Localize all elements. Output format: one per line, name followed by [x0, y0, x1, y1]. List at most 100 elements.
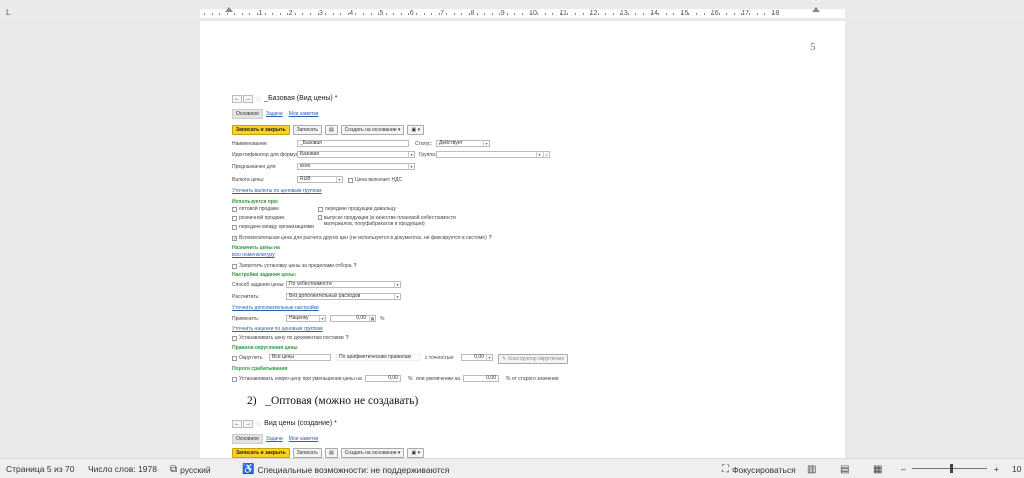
chevron-down-icon[interactable]: ▾: [336, 177, 342, 182]
retail-row[interactable]: розничной продаже: [232, 215, 285, 221]
page-counter[interactable]: Страница 5 из 70: [6, 464, 74, 474]
tab-notes[interactable]: Мои заметки: [286, 110, 322, 118]
all-nomenclature-link[interactable]: всю номенклатуру: [232, 252, 275, 258]
retail-checkbox[interactable]: [232, 215, 237, 221]
right-indent-marker[interactable]: [812, 7, 820, 12]
document-icon[interactable]: ▤: [324, 448, 338, 458]
document-page[interactable]: 5 ← → ☆ _Базовая (Вид цены) * Основное З…: [200, 21, 845, 458]
threshold-checkbox[interactable]: [232, 376, 237, 382]
transfer-consignor-label: передаче продукции давальцу: [325, 206, 396, 212]
chevron-down-icon[interactable]: ▾: [408, 164, 414, 169]
forward-arrow-icon[interactable]: →: [243, 419, 253, 428]
chevron-down-icon[interactable]: ▾: [319, 316, 325, 321]
currency-groups-link[interactable]: Уточнить валюты по ценовым группам: [232, 188, 322, 194]
extra-settings-link[interactable]: Уточнить дополнительные настройки: [232, 305, 319, 311]
auxiliary-row[interactable]: ✓ Вспомогательная цена для расчета други…: [232, 235, 492, 241]
round-row[interactable]: Округлять: [232, 355, 263, 361]
increase-input[interactable]: 0,00: [463, 375, 499, 382]
favorite-star-icon[interactable]: ☆: [255, 419, 262, 428]
name-input[interactable]: _Базовая: [297, 140, 409, 147]
document-icon[interactable]: ▤: [324, 125, 338, 135]
zoom-level[interactable]: 10: [1012, 464, 1021, 474]
create-based-on-button[interactable]: Создать на основании ▾: [340, 125, 405, 135]
zoom-in-button[interactable]: +: [994, 464, 999, 474]
save-and-close-button[interactable]: Записать и закрыть: [232, 125, 290, 135]
identifier-input[interactable]: Базовая ▾: [297, 151, 415, 158]
list-heading-wholesale[interactable]: 2) _Оптовая (можно не создавать): [247, 395, 418, 407]
precision-select[interactable]: 0,00 ▾: [461, 354, 493, 361]
round-checkbox[interactable]: [232, 355, 237, 361]
save-button[interactable]: Записать: [292, 448, 322, 458]
output-checkbox[interactable]: [318, 215, 322, 220]
chevron-down-icon[interactable]: ▾: [408, 152, 414, 157]
transfer-orgs-row[interactable]: передаче между организациями: [232, 224, 314, 230]
calculator-icon[interactable]: ▦: [369, 316, 375, 321]
back-arrow-icon[interactable]: ←: [232, 94, 242, 103]
chevron-down-icon[interactable]: ▾: [394, 282, 400, 287]
threshold-row[interactable]: Устанавливать новую цену при уменьшении …: [232, 376, 362, 382]
wholesale-checkbox[interactable]: [232, 206, 237, 212]
method-select[interactable]: По себестоимости ▾: [286, 281, 401, 288]
output-row[interactable]: выпуске продукции (в качестве плановой с…: [318, 215, 468, 227]
apply-select[interactable]: Наценку ▾: [286, 315, 326, 322]
decrease-input[interactable]: 0,00: [365, 375, 401, 382]
read-mode-icon[interactable]: ▥: [807, 464, 819, 475]
transfer-orgs-checkbox[interactable]: [232, 224, 237, 230]
zoom-slider-thumb[interactable]: [950, 464, 953, 473]
vat-checkbox[interactable]: [348, 177, 353, 183]
forward-arrow-icon[interactable]: →: [243, 94, 253, 103]
focus-button[interactable]: ⛶ Фокусироваться: [722, 464, 796, 475]
transfer-consignor-checkbox[interactable]: [318, 206, 323, 212]
forbid-row[interactable]: Запретить установку цены за пределами от…: [232, 263, 357, 269]
chevron-down-icon[interactable]: ▾: [394, 294, 400, 299]
back-arrow-icon[interactable]: ←: [232, 419, 242, 428]
tab-selector-icon[interactable]: L: [6, 9, 14, 17]
transfer-consignor-row[interactable]: передаче продукции давальцу: [318, 206, 396, 212]
print-layout-icon[interactable]: ▤: [840, 464, 852, 475]
wholesale-row[interactable]: оптовой продаже: [232, 206, 279, 212]
chevron-down-icon[interactable]: ▾: [486, 355, 492, 360]
chevron-down-icon[interactable]: ▾: [536, 152, 542, 157]
tab-tasks[interactable]: Задачи: [263, 435, 286, 443]
supply-docs-row[interactable]: Устанавливать цену по документам поставк…: [232, 335, 349, 341]
save-button[interactable]: Записать: [292, 125, 322, 135]
help-icon[interactable]: ?: [354, 263, 357, 269]
calculate-select[interactable]: Без дополнительных расходов ▾: [286, 293, 401, 300]
auxiliary-checkbox[interactable]: ✓: [232, 235, 237, 241]
currency-select[interactable]: RUB ▾: [297, 176, 343, 183]
accessibility-status[interactable]: ♿ Специальные возможности: не поддержива…: [242, 464, 449, 475]
search-icon[interactable]: ⌕: [543, 152, 549, 157]
language-indicator[interactable]: ⧉ русский: [170, 464, 211, 475]
tab-main[interactable]: Основное: [232, 109, 263, 119]
ruler-tick: [234, 13, 236, 15]
save-and-close-button[interactable]: Записать и закрыть: [232, 448, 290, 458]
precision-value: 0,00: [474, 354, 484, 360]
apply-amount-input[interactable]: 0,00 ▦: [330, 315, 376, 322]
help-icon[interactable]: ?: [346, 335, 349, 341]
help-icon[interactable]: ?: [489, 235, 492, 241]
more-actions-icon[interactable]: ▣ ▾: [407, 125, 425, 135]
supply-docs-checkbox[interactable]: [232, 335, 237, 341]
favorite-star-icon[interactable]: ☆: [255, 94, 262, 103]
left-indent-marker[interactable]: [225, 7, 233, 12]
word-count[interactable]: Число слов: 1978: [88, 464, 157, 474]
forbid-checkbox[interactable]: [232, 263, 237, 269]
tab-main[interactable]: Основное: [232, 434, 263, 444]
arith-rules-field[interactable]: По арифметическим правилам: [336, 354, 420, 361]
vat-checkbox-row[interactable]: Цена включает НДС: [348, 177, 402, 183]
tab-tasks[interactable]: Задачи: [263, 110, 286, 118]
zoom-out-button[interactable]: –: [901, 464, 906, 474]
rounding-constructor-button[interactable]: ✎ Конструктор округления: [498, 354, 568, 364]
markup-groups-link[interactable]: Уточнить наценки по ценовым группам: [232, 326, 323, 332]
ruler-number: 8: [470, 10, 475, 17]
tab-notes[interactable]: Мои заметки: [286, 435, 322, 443]
chevron-down-icon[interactable]: ▾: [483, 141, 489, 146]
web-layout-icon[interactable]: ▦: [873, 464, 885, 475]
more-actions-icon[interactable]: ▣ ▾: [407, 448, 425, 458]
status-select[interactable]: Действует ▾: [436, 140, 490, 147]
purpose-select[interactable]: всех ▾: [297, 163, 415, 170]
all-prices-field[interactable]: Все цены: [269, 354, 331, 361]
create-based-on-button[interactable]: Создать на основании ▾: [340, 448, 405, 458]
group-select[interactable]: ▾ ⌕: [436, 151, 550, 158]
horizontal-ruler[interactable]: L 1 2 3 4 5 6 7 8 9 10 11 12 13 14 15 16 17 18: [0, 0, 1024, 20]
